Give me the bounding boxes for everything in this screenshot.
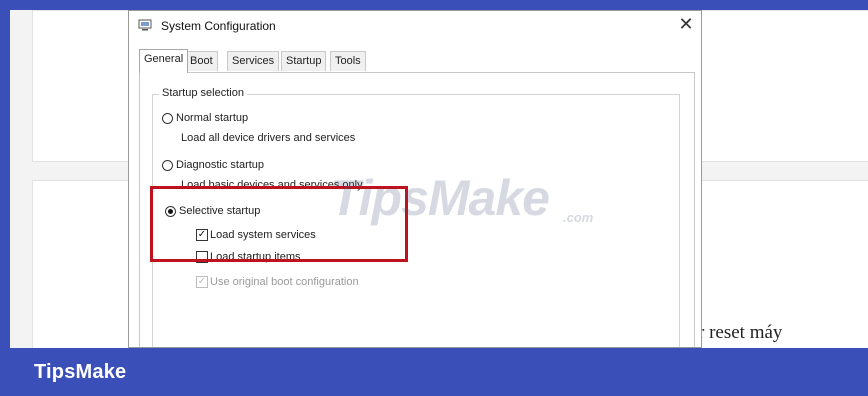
brand-logo[interactable]: TipsMake bbox=[34, 361, 126, 384]
close-button[interactable]: ✕ bbox=[671, 11, 701, 39]
startup-selection-label: Startup selection bbox=[159, 87, 247, 99]
use-original-boot-configuration-checkbox: ✓ bbox=[196, 276, 208, 288]
diagnostic-startup-radio[interactable] bbox=[162, 160, 173, 171]
tab-startup[interactable]: Startup bbox=[281, 51, 327, 71]
system-configuration-icon bbox=[138, 19, 152, 31]
close-icon: ✕ bbox=[678, 14, 694, 34]
normal-startup-radio[interactable] bbox=[162, 113, 173, 124]
article-text: r reset máy bbox=[698, 322, 783, 343]
normal-startup-label[interactable]: Normal startup bbox=[176, 112, 248, 124]
tab-tools[interactable]: Tools bbox=[330, 51, 366, 71]
top-bar bbox=[0, 0, 868, 10]
use-original-boot-configuration-label: Use original boot configuration bbox=[210, 276, 359, 288]
footer-bar bbox=[0, 348, 868, 396]
watermark-suffix: .com bbox=[563, 210, 594, 225]
title-bar[interactable]: System Configuration ✕ bbox=[129, 11, 701, 41]
check-icon: ✓ bbox=[197, 276, 207, 287]
diagnostic-startup-label[interactable]: Diagnostic startup bbox=[176, 159, 264, 171]
normal-startup-description: Load all device drivers and services bbox=[181, 132, 356, 144]
tab-boot[interactable]: Boot bbox=[185, 51, 218, 71]
tab-services[interactable]: Services bbox=[227, 51, 280, 71]
tab-general[interactable]: General bbox=[139, 49, 189, 73]
window-title: System Configuration bbox=[161, 19, 276, 33]
watermark: TipsMake bbox=[330, 170, 550, 226]
